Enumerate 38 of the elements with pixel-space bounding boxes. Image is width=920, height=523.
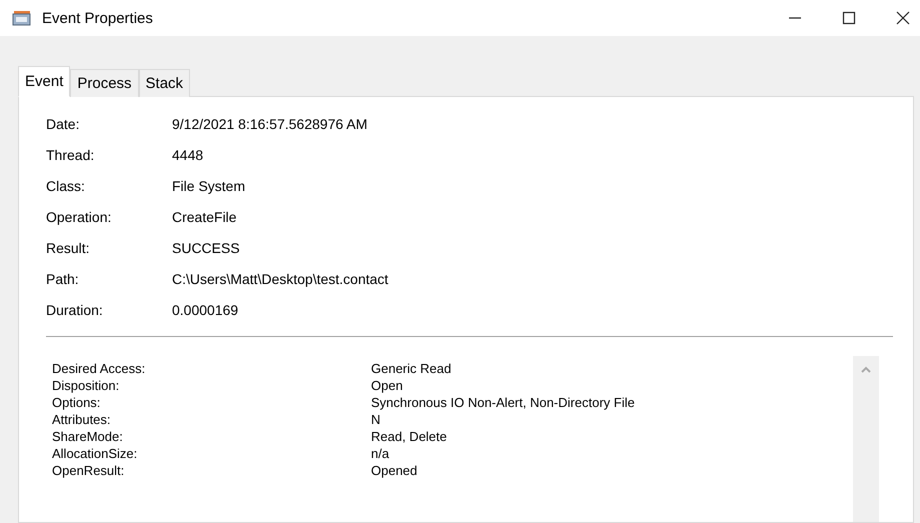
detail-name: Options: bbox=[52, 394, 102, 411]
property-value: 9/12/2021 8:16:57.5628976 AM bbox=[172, 115, 368, 134]
detail-name: Desired Access: bbox=[52, 360, 146, 377]
detail-name: Disposition: bbox=[52, 377, 120, 394]
detail-name: ShareMode: bbox=[52, 428, 124, 445]
window-title: Event Properties bbox=[42, 10, 153, 26]
property-label: Path: bbox=[46, 270, 80, 289]
property-label: Thread: bbox=[46, 146, 96, 165]
property-value: C:\Users\Matt\Desktop\test.contact bbox=[172, 270, 390, 289]
property-value: File System bbox=[172, 177, 246, 196]
detail-name: Attributes: bbox=[52, 411, 112, 428]
property-label: Duration: bbox=[46, 301, 104, 320]
tab[interactable]: Stack bbox=[138, 69, 190, 97]
detail-value: Generic Read bbox=[371, 360, 452, 377]
scroll-up-icon[interactable] bbox=[861, 366, 871, 374]
maximize-icon bbox=[841, 10, 857, 26]
property-value: 4448 bbox=[172, 146, 204, 165]
tab[interactable]: Event bbox=[18, 66, 70, 97]
scrollbar[interactable] bbox=[853, 356, 879, 522]
detail-value: n/a bbox=[371, 445, 390, 462]
tab[interactable]: Process bbox=[70, 69, 139, 97]
property-value: SUCCESS bbox=[172, 239, 241, 258]
property-value: 0.0000169 bbox=[172, 301, 240, 320]
detail-name: AllocationSize: bbox=[52, 445, 138, 462]
property-label: Operation: bbox=[46, 208, 112, 227]
minimize-icon bbox=[789, 17, 801, 19]
detail-name: OpenResult: bbox=[52, 462, 126, 479]
property-value: CreateFile bbox=[172, 208, 238, 227]
property-label: Date: bbox=[46, 115, 80, 134]
close-icon bbox=[895, 10, 911, 26]
window-icon bbox=[12, 10, 32, 26]
detail-value: Read, Delete bbox=[371, 428, 448, 445]
detail-value: N bbox=[371, 411, 382, 428]
property-label: Result: bbox=[46, 239, 91, 258]
detail-value: Open bbox=[371, 377, 404, 394]
property-label: Class: bbox=[46, 177, 86, 196]
detail-value: Synchronous IO Non-Alert, Non-Directory File bbox=[371, 394, 636, 411]
detail-value: Opened bbox=[371, 462, 418, 479]
